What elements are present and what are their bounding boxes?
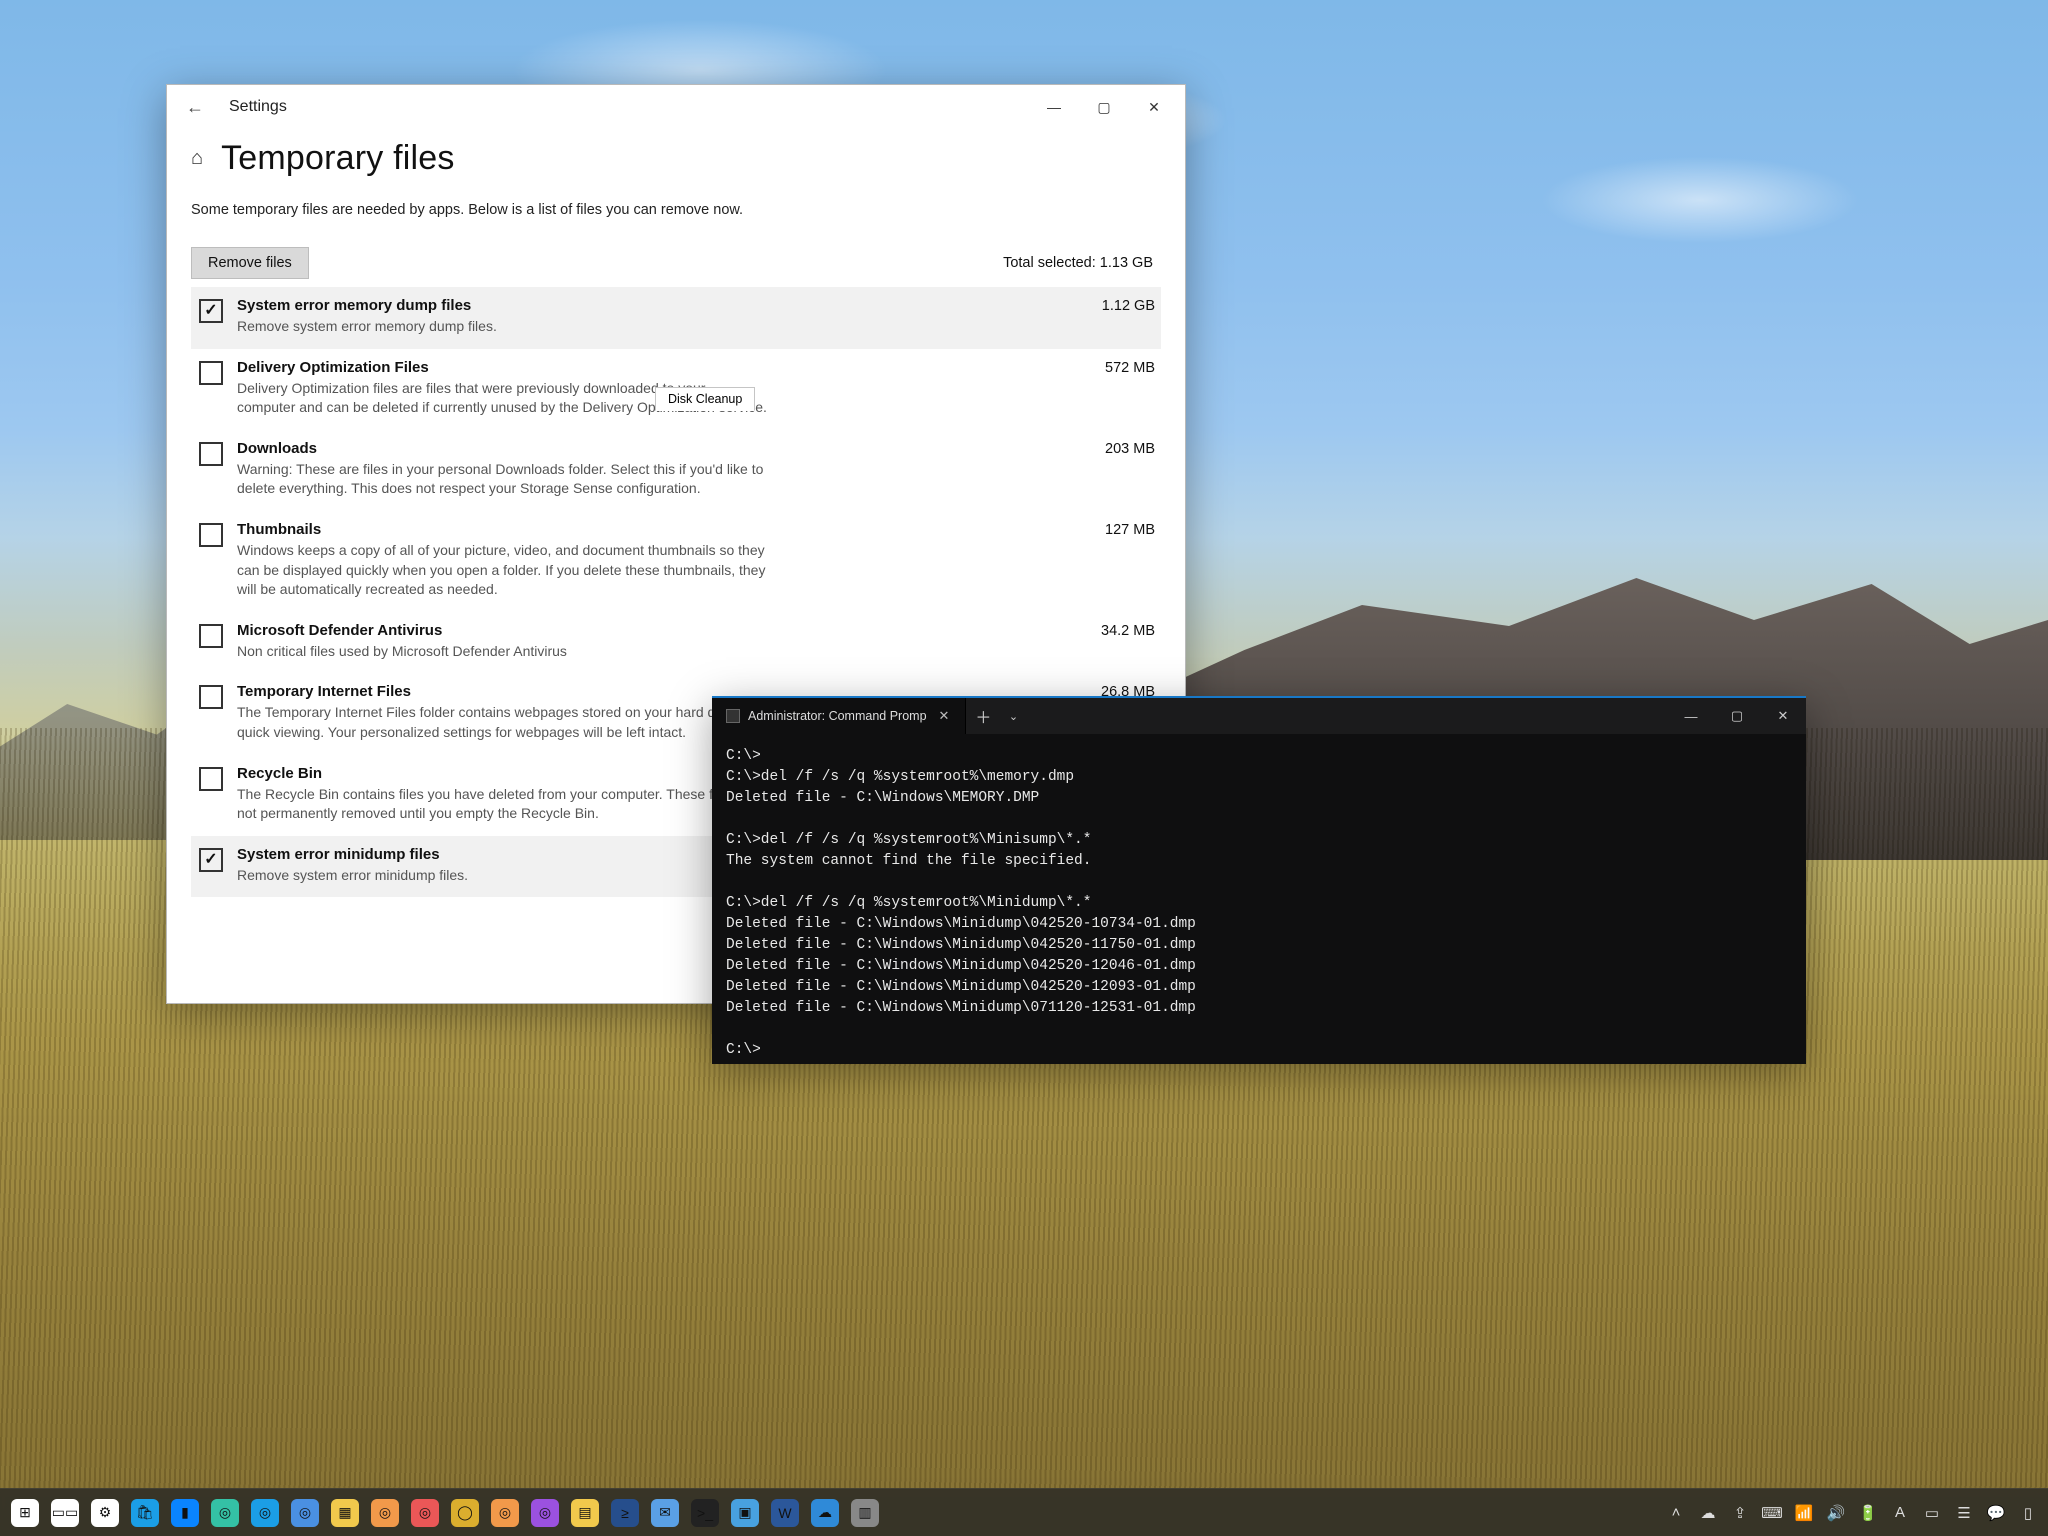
checkbox[interactable] [199,767,223,791]
file-item-title: System error memory dump files [237,297,1088,314]
file-item-desc: Remove system error minidump files. [237,866,767,886]
file-item-desc: Windows keeps a copy of all of your pict… [237,541,767,600]
minimize-button[interactable]: — [1668,698,1714,734]
tray-icon-6[interactable]: 🔋 [1854,1491,1882,1535]
tray-icon-5[interactable]: 🔊 [1822,1491,1850,1535]
tray-icon-10[interactable]: 💬 [1982,1491,2010,1535]
taskbar-app-opera[interactable]: ◯ [446,1491,484,1535]
tab-close-button[interactable]: ✕ [935,706,954,726]
checkbox[interactable] [199,442,223,466]
file-item-size: 127 MB [1105,521,1155,538]
new-tab-dropdown[interactable]: ⌄ [1000,698,1026,734]
file-item[interactable]: Downloads Warning: These are files in you… [191,430,1161,511]
file-item-size: 203 MB [1105,440,1155,457]
file-item[interactable]: Microsoft Defender Antivirus Non critical… [191,612,1161,674]
file-item-desc: Warning: These are files in your persona… [237,460,767,499]
checkbox[interactable] [199,361,223,385]
page-title: Temporary files [221,139,455,178]
file-item-title: Downloads [237,440,1091,457]
taskbar-app-task-view[interactable]: ▭▭ [46,1491,84,1535]
taskbar-tray: ˄☁⇪⌨📶🔊🔋A▭☰💬▯ [1662,1491,2042,1535]
file-item-desc: The Recycle Bin contains files you have … [237,785,767,824]
close-button[interactable]: ✕ [1760,698,1806,734]
maximize-button[interactable]: ▢ [1079,85,1129,129]
taskbar-app-terminal[interactable]: >_ [686,1491,724,1535]
taskbar-app-powershell[interactable]: ≥ [606,1491,644,1535]
cmd-icon [726,709,740,723]
app-name: Settings [229,98,287,116]
terminal-tab-title: Administrator: Command Promp [748,709,927,723]
taskbar-app-wsa[interactable]: ▥ [846,1491,884,1535]
file-item-size: 34.2 MB [1101,622,1155,639]
file-item-size: 572 MB [1105,359,1155,376]
taskbar-app-chromium[interactable]: ◎ [286,1491,324,1535]
taskbar-app-edge[interactable]: ◎ [206,1491,244,1535]
taskbar-app-word[interactable]: W [766,1491,804,1535]
total-selected-label: Total selected: 1.13 GB [1003,255,1153,271]
intro-text: Some temporary files are needed by apps.… [191,200,811,221]
close-button[interactable]: ✕ [1129,85,1179,129]
tray-icon-4[interactable]: 📶 [1790,1491,1818,1535]
file-item[interactable]: Thumbnails Windows keeps a copy of all of… [191,511,1161,612]
file-item-title: Delivery Optimization Files [237,359,1091,376]
taskbar[interactable]: ⊞▭▭⚙🛍▮◎◎◎▦◎◎◯◎◎▤≥✉>_▣W☁▥ ˄☁⇪⌨📶🔊🔋A▭☰💬▯ [0,1488,2048,1536]
tray-icon-8[interactable]: ▭ [1918,1491,1946,1535]
terminal-output[interactable]: C:\> C:\>del /f /s /q %systemroot%\memor… [712,734,1806,1073]
new-tab-button[interactable]: ＋ [966,698,1000,734]
file-item-title: Thumbnails [237,521,1091,538]
checkbox[interactable] [199,523,223,547]
terminal-window[interactable]: Administrator: Command Promp ✕ ＋ ⌄ — ▢ ✕… [712,696,1806,1064]
taskbar-apps: ⊞▭▭⚙🛍▮◎◎◎▦◎◎◯◎◎▤≥✉>_▣W☁▥ [6,1491,884,1535]
taskbar-app-edge-dev[interactable]: ◎ [246,1491,284,1535]
taskbar-app-brave[interactable]: ◎ [366,1491,404,1535]
checkbox[interactable] [199,685,223,709]
file-item-title: Microsoft Defender Antivirus [237,622,1087,639]
maximize-button[interactable]: ▢ [1714,698,1760,734]
file-item[interactable]: System error memory dump files Remove sys… [191,287,1161,349]
tray-icon-1[interactable]: ☁ [1694,1491,1722,1535]
tray-icon-11[interactable]: ▯ [2014,1491,2042,1535]
taskbar-app-firefox-dev[interactable]: ◎ [526,1491,564,1535]
tray-icon-0[interactable]: ˄ [1662,1491,1690,1535]
desktop: Disk Cleanup for Windows (C:) ✕ Disk Cle… [0,0,2048,1536]
checkbox[interactable] [199,848,223,872]
tray-icon-9[interactable]: ☰ [1950,1491,1978,1535]
terminal-tab-cmd[interactable]: Administrator: Command Promp ✕ [712,698,966,734]
taskbar-app-photos[interactable]: ▣ [726,1491,764,1535]
terminal-tabstrip[interactable]: Administrator: Command Promp ✕ ＋ ⌄ — ▢ ✕ [712,698,1806,734]
taskbar-app-onedrive[interactable]: ☁ [806,1491,844,1535]
minimize-button[interactable]: — [1029,85,1079,129]
home-icon[interactable]: ⌂ [191,147,203,170]
file-item-desc: The Temporary Internet Files folder cont… [237,703,767,742]
checkbox[interactable] [199,624,223,648]
tray-icon-7[interactable]: A [1886,1491,1914,1535]
tray-icon-3[interactable]: ⌨ [1758,1491,1786,1535]
taskbar-app-firefox[interactable]: ◎ [486,1491,524,1535]
taskbar-app-widgets[interactable]: ▮ [166,1491,204,1535]
checkbox[interactable] [199,299,223,323]
taskbar-app-mail[interactable]: ✉ [646,1491,684,1535]
file-item-desc: Remove system error memory dump files. [237,317,767,337]
settings-titlebar[interactable]: ← Settings — ▢ ✕ [167,85,1185,129]
taskbar-app-explorer[interactable]: ▤ [566,1491,604,1535]
taskbar-app-vscode[interactable]: ▦ [326,1491,364,1535]
taskbar-app-start[interactable]: ⊞ [6,1491,44,1535]
tray-icon-2[interactable]: ⇪ [1726,1491,1754,1535]
file-item-size: 1.12 GB [1102,297,1155,314]
taskbar-app-settings[interactable]: ⚙ [86,1491,124,1535]
taskbar-app-store[interactable]: 🛍 [126,1491,164,1535]
file-item-desc: Non critical files used by Microsoft Def… [237,642,767,662]
back-button[interactable]: ← [181,97,209,118]
remove-files-button[interactable]: Remove files [191,247,309,279]
tab-disk-cleanup[interactable]: Disk Cleanup [655,387,755,411]
taskbar-app-chrome[interactable]: ◎ [406,1491,444,1535]
